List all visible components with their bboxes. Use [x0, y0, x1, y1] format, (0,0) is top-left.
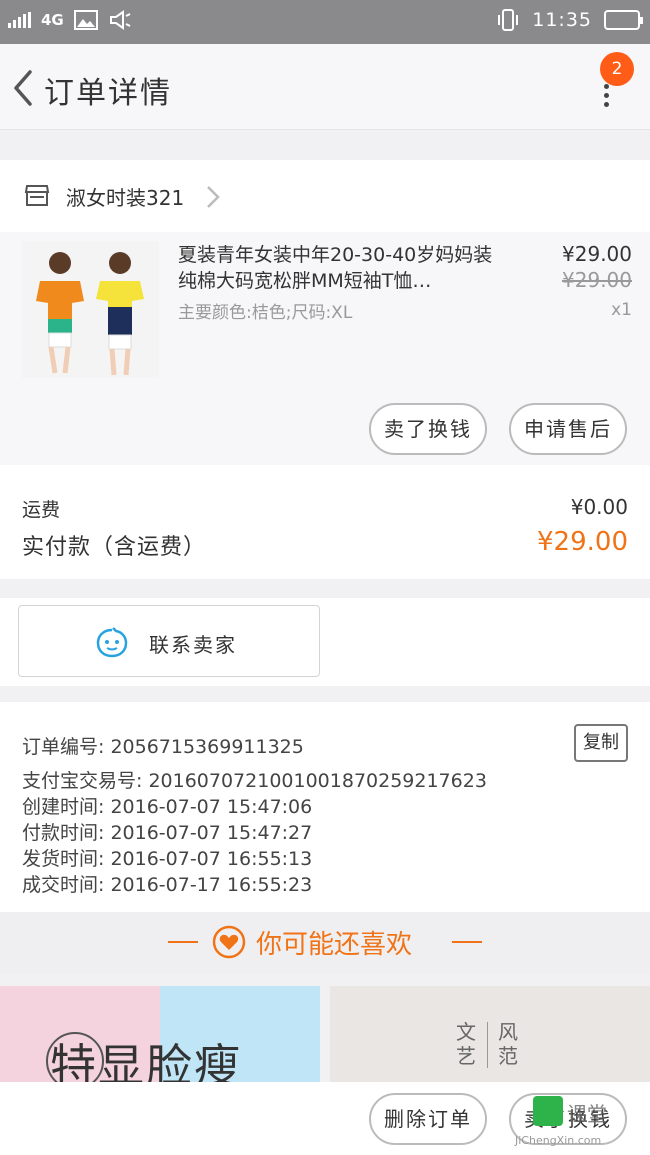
created-time: 创建时间: 2016-07-07 15:47:06: [22, 796, 313, 818]
clock: 11:35: [532, 9, 592, 31]
order-info: 订单编号: 2056715369911325 复制 支付宝交易号: 201607…: [0, 702, 650, 912]
status-bar: 4G 11:35: [0, 0, 650, 44]
watermark-url: JiChengXin.com: [515, 1134, 602, 1147]
apply-aftersale-button[interactable]: 申请售后: [509, 403, 627, 455]
page-title: 订单详情: [44, 76, 172, 111]
alipay-transaction-number: 支付宝交易号: 2016070721001001870259217623: [22, 770, 487, 792]
contact-seller-button[interactable]: 联系卖家: [18, 605, 320, 677]
completed-time: 成交时间: 2016-07-17 16:55:23: [22, 874, 313, 896]
divider: [487, 1022, 488, 1068]
recommend-product-text: 特显脸瘦: [50, 1039, 242, 1086]
notification-badge: 2: [600, 52, 634, 86]
contact-section: 联系卖家: [0, 598, 650, 686]
order-number: 订单编号: 2056715369911325: [22, 736, 304, 758]
image-icon: [73, 10, 98, 30]
paid-label: 实付款（含运费）: [22, 535, 207, 560]
vibrate-icon: [498, 9, 519, 31]
broadcast-icon: [109, 10, 131, 30]
shipped-time: 发货时间: 2016-07-07 16:55:13: [22, 848, 313, 870]
network-type: 4G: [41, 11, 64, 29]
recommend-product-text: 文艺: [456, 1020, 476, 1068]
delete-order-button[interactable]: 删除订单: [369, 1093, 487, 1145]
product-original-price: ¥29.00: [562, 268, 632, 292]
shop-name: 淑女时装321: [66, 186, 185, 210]
signal-icon: [8, 12, 31, 28]
paid-value: ¥29.00: [537, 527, 628, 557]
order-item[interactable]: 夏装青年女装中年20-30-40岁妈妈装纯棉大码宽松胖MM短袖T恤… 主要颜色:…: [0, 232, 650, 465]
recommend-product-text: 风范: [498, 1020, 518, 1068]
copy-button[interactable]: 复制: [574, 724, 628, 762]
watermark-text: 课堂: [567, 1102, 607, 1126]
shipping-value: ¥0.00: [570, 495, 628, 519]
product-thumbnail[interactable]: [22, 241, 159, 378]
recommend-header: 你可能还喜欢: [0, 912, 650, 974]
watermark-logo-icon: [533, 1096, 563, 1126]
product-name: 夏装青年女装中年20-30-40岁妈妈装纯棉大码宽松胖MM短袖T恤…: [178, 244, 493, 292]
product-attributes: 主要颜色:桔色;尺码:XL: [178, 303, 353, 323]
product-price: ¥29.00: [562, 242, 632, 266]
recommend-product-card[interactable]: 特显脸瘦: [0, 986, 320, 1086]
watermark: 课堂 JiChengXin.com: [515, 1090, 633, 1147]
product-quantity: x1: [611, 300, 632, 320]
heart-icon: [212, 925, 246, 959]
battery-icon: [604, 10, 643, 30]
back-arrow-icon[interactable]: [8, 68, 38, 108]
nav-header: 订单详情 2: [0, 44, 650, 130]
contact-seller-label: 联系卖家: [149, 633, 237, 657]
sell-exchange-button[interactable]: 卖了换钱: [369, 403, 487, 455]
shop-row[interactable]: 淑女时装321: [0, 160, 650, 232]
paid-time: 付款时间: 2016-07-07 15:47:27: [22, 822, 313, 844]
divider-right: [452, 941, 482, 943]
chevron-right-icon: [207, 186, 220, 208]
store-icon: [24, 185, 50, 206]
fee-summary: 运费 ¥0.00 实付款（含运费） ¥29.00: [0, 465, 650, 579]
chat-bubble-icon: [96, 627, 128, 658]
recommend-product-card[interactable]: 文艺 风范: [330, 986, 650, 1086]
shipping-label: 运费: [22, 499, 61, 521]
divider-left: [168, 941, 198, 943]
recommend-title: 你可能还喜欢: [256, 930, 413, 960]
